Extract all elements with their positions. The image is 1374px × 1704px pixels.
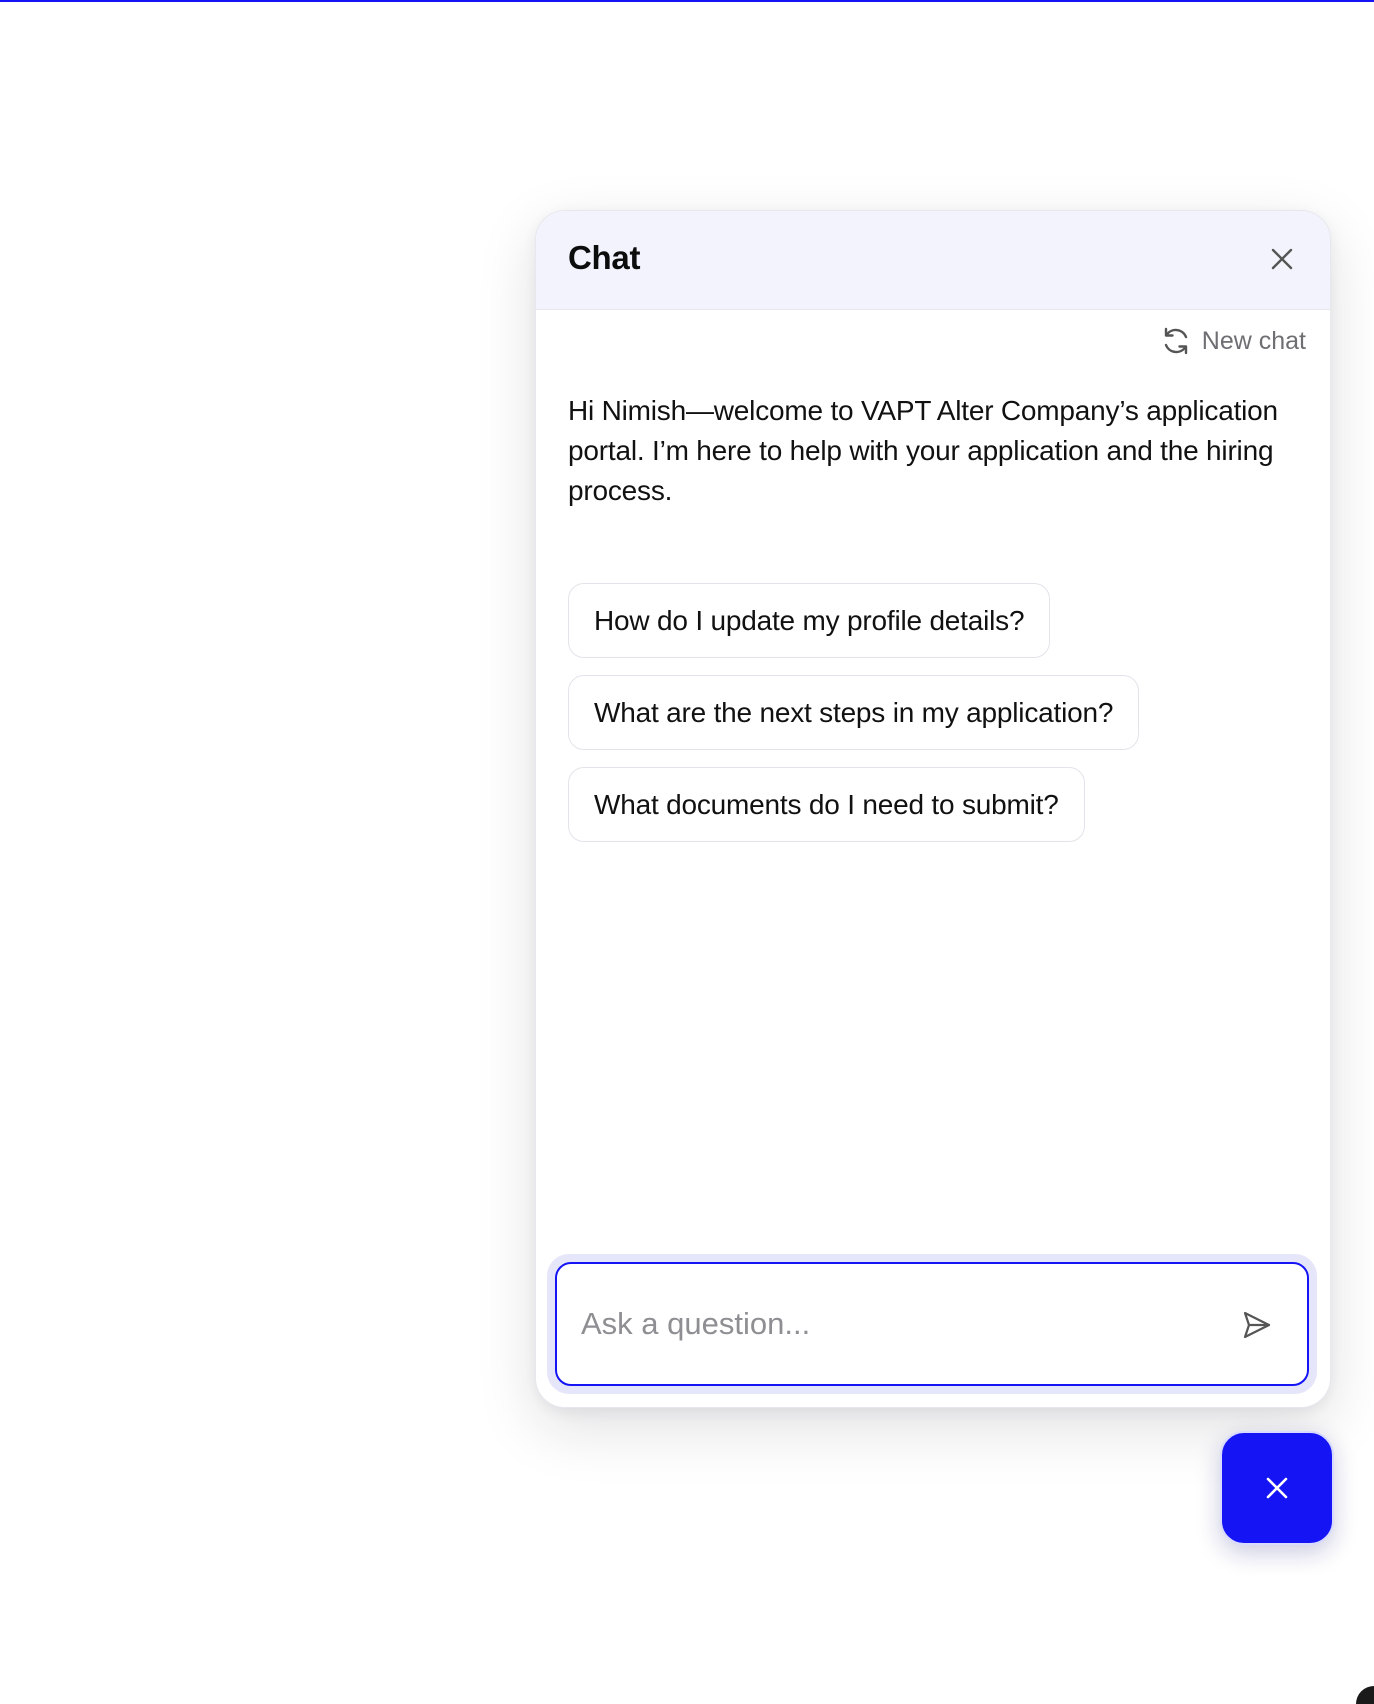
suggested-questions: How do I update my profile details? What… bbox=[568, 583, 1140, 842]
chat-launcher-close-button[interactable] bbox=[1220, 1431, 1334, 1545]
question-input-box bbox=[555, 1262, 1309, 1386]
suggestion-chip[interactable]: What documents do I need to submit? bbox=[568, 767, 1085, 842]
close-icon bbox=[1266, 1477, 1288, 1499]
send-icon bbox=[1243, 1311, 1271, 1339]
chat-panel: Chat New chat Hi Nimish—welcome to VAPT … bbox=[535, 210, 1331, 1408]
chat-title: Chat bbox=[568, 239, 641, 276]
chat-header: Chat bbox=[536, 211, 1330, 310]
suggestion-chip[interactable]: What are the next steps in my applicatio… bbox=[568, 675, 1140, 750]
refresh-icon bbox=[1160, 325, 1192, 357]
send-button[interactable] bbox=[1235, 1303, 1279, 1347]
corner-mark bbox=[1356, 1686, 1374, 1704]
close-chat-button[interactable] bbox=[1260, 237, 1304, 281]
close-icon bbox=[1271, 248, 1293, 270]
welcome-message: Hi Nimish—welcome to VAPT Alter Company’… bbox=[568, 395, 1278, 506]
suggestion-chip[interactable]: How do I update my profile details? bbox=[568, 583, 1051, 658]
input-focus-ring bbox=[547, 1254, 1317, 1394]
top-accent-bar bbox=[0, 0, 1374, 2]
question-input[interactable] bbox=[581, 1264, 1201, 1384]
new-chat-button[interactable]: New chat bbox=[1160, 325, 1306, 357]
new-chat-label: New chat bbox=[1201, 326, 1306, 355]
